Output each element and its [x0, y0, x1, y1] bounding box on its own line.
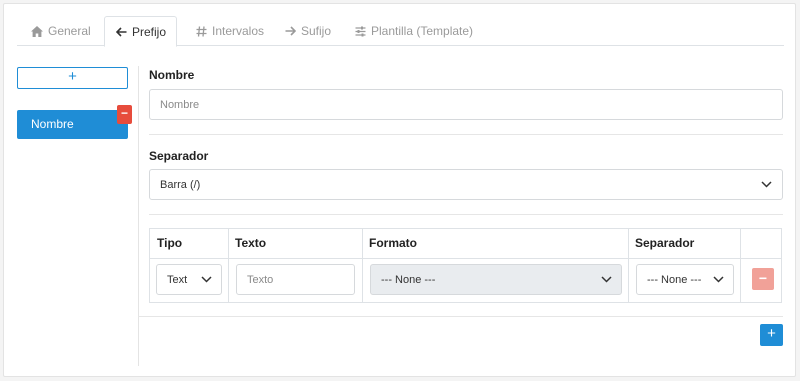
header-formato: Formato [369, 236, 417, 250]
separador-row-select[interactable]: --- None --- [636, 264, 734, 295]
tab-intervalos-label: Intervalos [212, 24, 265, 38]
divider [149, 134, 783, 135]
add-row-button[interactable]: + [760, 324, 783, 346]
tab-sufijo-label: Sufijo [301, 24, 332, 38]
header-separador: Separador [635, 236, 695, 250]
tab-sufijo[interactable]: Sufijo [274, 16, 341, 46]
formato-select[interactable]: --- None --- [370, 264, 622, 295]
arrow-right-icon [284, 25, 296, 37]
tab-intervalos[interactable]: Intervalos [185, 16, 274, 46]
separador-label: Separador [149, 149, 209, 163]
tab-plantilla-label: Plantilla (Template) [371, 24, 474, 38]
header-tipo: Tipo [157, 236, 183, 250]
formato-select-value: --- None --- [381, 273, 436, 286]
tab-general[interactable]: General [21, 16, 101, 46]
separador-select[interactable]: Barra (/) [149, 169, 783, 200]
tab-bar: General Prefijo Intervalos Sufijo Planti… [17, 16, 784, 47]
sliders-icon [354, 25, 366, 37]
nombre-input[interactable] [149, 89, 783, 120]
tipo-select[interactable]: Text [156, 264, 222, 295]
separador-row-select-value: --- None --- [647, 273, 702, 286]
header-texto: Texto [235, 236, 267, 250]
remove-item-button[interactable]: − [117, 105, 132, 124]
column-divider [138, 66, 139, 366]
tab-prefijo-label: Prefijo [132, 24, 167, 39]
divider [138, 316, 783, 317]
chevron-down-icon [601, 276, 612, 283]
arrow-left-icon [115, 26, 127, 38]
add-item-button[interactable]: + [17, 67, 128, 89]
tab-prefijo[interactable]: Prefijo [104, 16, 178, 47]
chevron-down-icon [761, 181, 772, 188]
tipo-select-value: Text [167, 273, 188, 286]
hash-icon [195, 25, 207, 37]
sidebar-item-nombre[interactable]: Nombre [17, 110, 128, 139]
chevron-down-icon [713, 276, 724, 283]
nombre-label: Nombre [149, 68, 195, 82]
sidebar-item-label: Nombre [31, 117, 74, 131]
segments-table: Tipo Texto Formato Separador Text --- No… [149, 228, 782, 303]
tab-plantilla[interactable]: Plantilla (Template) [344, 16, 483, 46]
texto-input[interactable] [236, 264, 355, 295]
remove-row-button[interactable]: − [752, 268, 774, 290]
chevron-down-icon [201, 276, 212, 283]
divider [149, 214, 783, 215]
home-icon [31, 25, 43, 37]
separador-select-value: Barra (/) [160, 178, 201, 191]
tab-general-label: General [48, 24, 91, 38]
